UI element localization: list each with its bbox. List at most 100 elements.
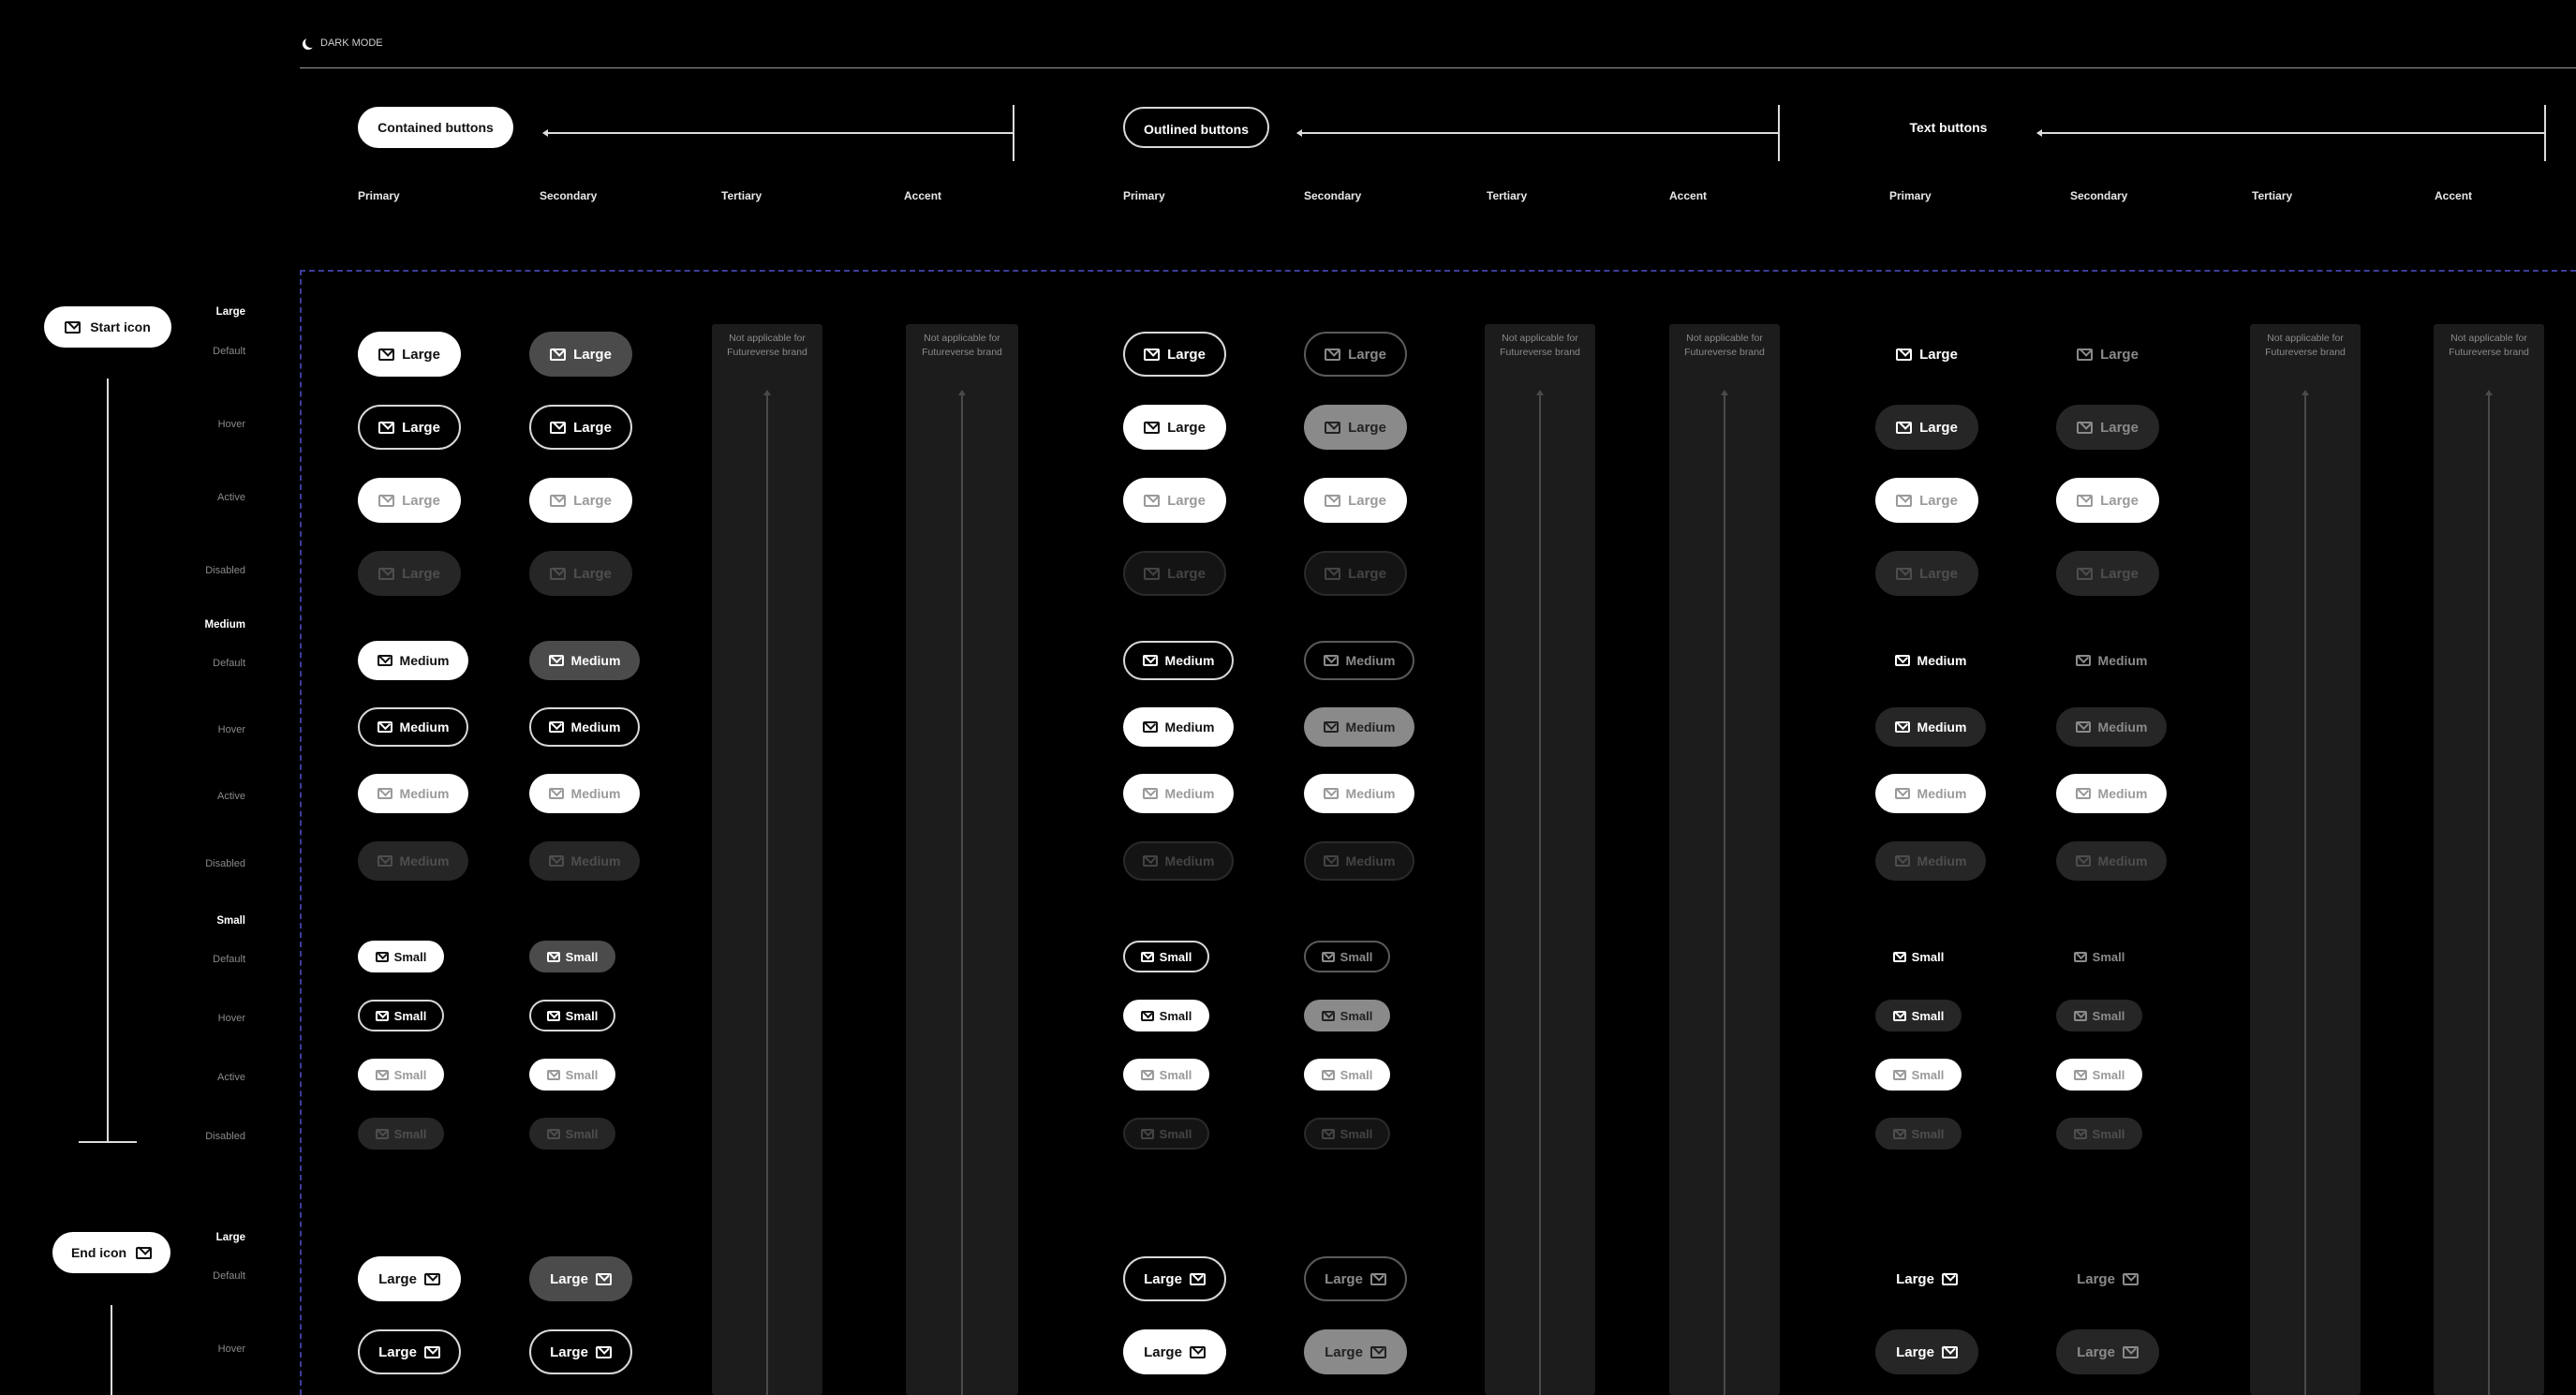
text-secondary-default-m-button[interactable]: Medium bbox=[2056, 641, 2167, 680]
envelope-icon bbox=[595, 1272, 612, 1285]
contained-primary-hover-s-button[interactable]: Small bbox=[358, 1000, 444, 1031]
text-primary-default-m-button[interactable]: Medium bbox=[1875, 641, 1986, 680]
contained-secondary-hover-s-button[interactable]: Small bbox=[529, 1000, 615, 1031]
text-primary-disabled-s-button[interactable]: Small bbox=[1875, 1118, 1962, 1150]
text-secondary-default-s-button[interactable]: Small bbox=[2056, 941, 2142, 972]
outlined-primary-hover-end-large-button[interactable]: Large bbox=[1123, 1329, 1226, 1374]
outlined-secondary-disabled-s-button[interactable]: Small bbox=[1304, 1118, 1390, 1150]
header-divider bbox=[300, 67, 2576, 68]
column-label-primary: Primary bbox=[358, 189, 400, 202]
contained-secondary-default-end-large-button[interactable]: Large bbox=[529, 1256, 632, 1301]
text-secondary-disabled-m-button[interactable]: Medium bbox=[2056, 841, 2167, 881]
text-primary-default-l-button[interactable]: Large bbox=[1875, 332, 1978, 377]
envelope-icon bbox=[1189, 1345, 1206, 1358]
outlined-secondary-hover-end-large-button[interactable]: Large bbox=[1304, 1329, 1407, 1374]
contained-primary-hover-l-button[interactable]: Large bbox=[358, 405, 461, 450]
contained-secondary-default-m-button[interactable]: Medium bbox=[529, 641, 640, 680]
text-primary-hover-s-button[interactable]: Small bbox=[1875, 1000, 1962, 1031]
text-secondary-hover-l-button[interactable]: Large bbox=[2056, 405, 2159, 450]
outlined-primary-hover-s-button[interactable]: Small bbox=[1123, 1000, 1209, 1031]
outlined-primary-hover-l-button[interactable]: Large bbox=[1123, 405, 1226, 450]
text-secondary-disabled-l-button[interactable]: Large bbox=[2056, 551, 2159, 596]
contained-primary-default-m-button[interactable]: Medium bbox=[358, 641, 468, 680]
contained-secondary-active-l-button[interactable]: Large bbox=[529, 478, 632, 523]
envelope-icon bbox=[1941, 1272, 1958, 1285]
contained-primary-disabled-m-button[interactable]: Medium bbox=[358, 841, 468, 881]
text-secondary-active-m-button[interactable]: Medium bbox=[2056, 774, 2167, 813]
state-label-large-default: Default bbox=[213, 346, 245, 357]
text-primary-hover-end-large-button[interactable]: Large bbox=[1875, 1329, 1978, 1374]
outlined-secondary-default-m-button[interactable]: Medium bbox=[1304, 641, 1414, 680]
outlined-primary-default-s-button[interactable]: Small bbox=[1123, 941, 1209, 972]
button-label: Small bbox=[1911, 949, 1945, 964]
envelope-icon bbox=[136, 1246, 153, 1259]
outlined-primary-default-end-large-button[interactable]: Large bbox=[1123, 1256, 1226, 1301]
button-label: Large bbox=[402, 419, 440, 436]
text-primary-default-s-button[interactable]: Small bbox=[1875, 941, 1962, 972]
outlined-secondary-default-l-button[interactable]: Large bbox=[1304, 332, 1407, 377]
button-label: Medium bbox=[399, 853, 450, 868]
contained-primary-active-s-button[interactable]: Small bbox=[358, 1059, 444, 1091]
button-label: Large bbox=[2100, 492, 2139, 509]
contained-primary-default-s-button[interactable]: Small bbox=[358, 941, 444, 972]
outlined-primary-active-l-button[interactable]: Large bbox=[1123, 478, 1226, 523]
text-primary-active-s-button[interactable]: Small bbox=[1875, 1059, 1962, 1091]
text-primary-default-end-large-button[interactable]: Large bbox=[1875, 1256, 1978, 1301]
outlined-primary-disabled-l-button[interactable]: Large bbox=[1123, 551, 1226, 596]
outlined-secondary-default-end-large-button[interactable]: Large bbox=[1304, 1256, 1407, 1301]
outlined-primary-disabled-s-button[interactable]: Small bbox=[1123, 1118, 1209, 1150]
contained-primary-hover-m-button[interactable]: Medium bbox=[358, 707, 468, 747]
text-primary-active-l-button[interactable]: Large bbox=[1875, 478, 1978, 523]
contained-secondary-default-s-button[interactable]: Small bbox=[529, 941, 615, 972]
outlined-primary-active-m-button[interactable]: Medium bbox=[1123, 774, 1234, 813]
outlined-primary-default-l-button[interactable]: Large bbox=[1123, 332, 1226, 377]
text-primary-hover-l-button[interactable]: Large bbox=[1875, 405, 1978, 450]
contained-secondary-hover-m-button[interactable]: Medium bbox=[529, 707, 640, 747]
outlined-secondary-hover-m-button[interactable]: Medium bbox=[1304, 707, 1414, 747]
text-primary-hover-m-button[interactable]: Medium bbox=[1875, 707, 1986, 747]
text-secondary-hover-end-large-button[interactable]: Large bbox=[2056, 1329, 2159, 1374]
text-primary-disabled-l-button[interactable]: Large bbox=[1875, 551, 1978, 596]
text-secondary-hover-s-button[interactable]: Small bbox=[2056, 1000, 2142, 1031]
outlined-secondary-active-s-button[interactable]: Small bbox=[1304, 1059, 1390, 1091]
text-secondary-default-l-button[interactable]: Large bbox=[2056, 332, 2159, 377]
outlined-secondary-disabled-m-button[interactable]: Medium bbox=[1304, 841, 1414, 881]
outlined-primary-disabled-m-button[interactable]: Medium bbox=[1123, 841, 1234, 881]
outlined-primary-hover-m-button[interactable]: Medium bbox=[1123, 707, 1234, 747]
text-primary-active-m-button[interactable]: Medium bbox=[1875, 774, 1986, 813]
outlined-secondary-active-l-button[interactable]: Large bbox=[1304, 478, 1407, 523]
outlined-secondary-hover-s-button[interactable]: Small bbox=[1304, 1000, 1390, 1031]
button-label: Medium bbox=[570, 653, 621, 668]
outlined-secondary-active-m-button[interactable]: Medium bbox=[1304, 774, 1414, 813]
contained-primary-disabled-s-button[interactable]: Small bbox=[358, 1118, 444, 1150]
envelope-icon bbox=[548, 855, 564, 867]
contained-secondary-active-s-button[interactable]: Small bbox=[529, 1059, 615, 1091]
contained-secondary-disabled-m-button[interactable]: Medium bbox=[529, 841, 640, 881]
outlined-secondary-hover-l-button[interactable]: Large bbox=[1304, 405, 1407, 450]
button-label: Large bbox=[1919, 346, 1958, 363]
outlined-secondary-disabled-l-button[interactable]: Large bbox=[1304, 551, 1407, 596]
contained-secondary-default-l-button[interactable]: Large bbox=[529, 332, 632, 377]
contained-secondary-hover-end-large-button[interactable]: Large bbox=[529, 1329, 632, 1374]
contained-secondary-active-m-button[interactable]: Medium bbox=[529, 774, 640, 813]
text-secondary-active-l-button[interactable]: Large bbox=[2056, 478, 2159, 523]
envelope-icon bbox=[1941, 1345, 1958, 1358]
contained-primary-disabled-l-button[interactable]: Large bbox=[358, 551, 461, 596]
outlined-primary-default-m-button[interactable]: Medium bbox=[1123, 641, 1234, 680]
contained-primary-default-l-button[interactable]: Large bbox=[358, 332, 461, 377]
outlined-secondary-default-s-button[interactable]: Small bbox=[1304, 941, 1390, 972]
contained-secondary-hover-l-button[interactable]: Large bbox=[529, 405, 632, 450]
text-secondary-disabled-s-button[interactable]: Small bbox=[2056, 1118, 2142, 1150]
envelope-icon bbox=[550, 348, 567, 361]
contained-primary-hover-end-large-button[interactable]: Large bbox=[358, 1329, 461, 1374]
contained-primary-active-l-button[interactable]: Large bbox=[358, 478, 461, 523]
contained-primary-active-m-button[interactable]: Medium bbox=[358, 774, 468, 813]
text-secondary-default-end-large-button[interactable]: Large bbox=[2056, 1256, 2159, 1301]
contained-secondary-disabled-l-button[interactable]: Large bbox=[529, 551, 632, 596]
contained-secondary-disabled-s-button[interactable]: Small bbox=[529, 1118, 615, 1150]
text-secondary-hover-m-button[interactable]: Medium bbox=[2056, 707, 2167, 747]
text-secondary-active-s-button[interactable]: Small bbox=[2056, 1059, 2142, 1091]
text-primary-disabled-m-button[interactable]: Medium bbox=[1875, 841, 1986, 881]
outlined-primary-active-s-button[interactable]: Small bbox=[1123, 1059, 1209, 1091]
contained-primary-default-end-large-button[interactable]: Large bbox=[358, 1256, 461, 1301]
